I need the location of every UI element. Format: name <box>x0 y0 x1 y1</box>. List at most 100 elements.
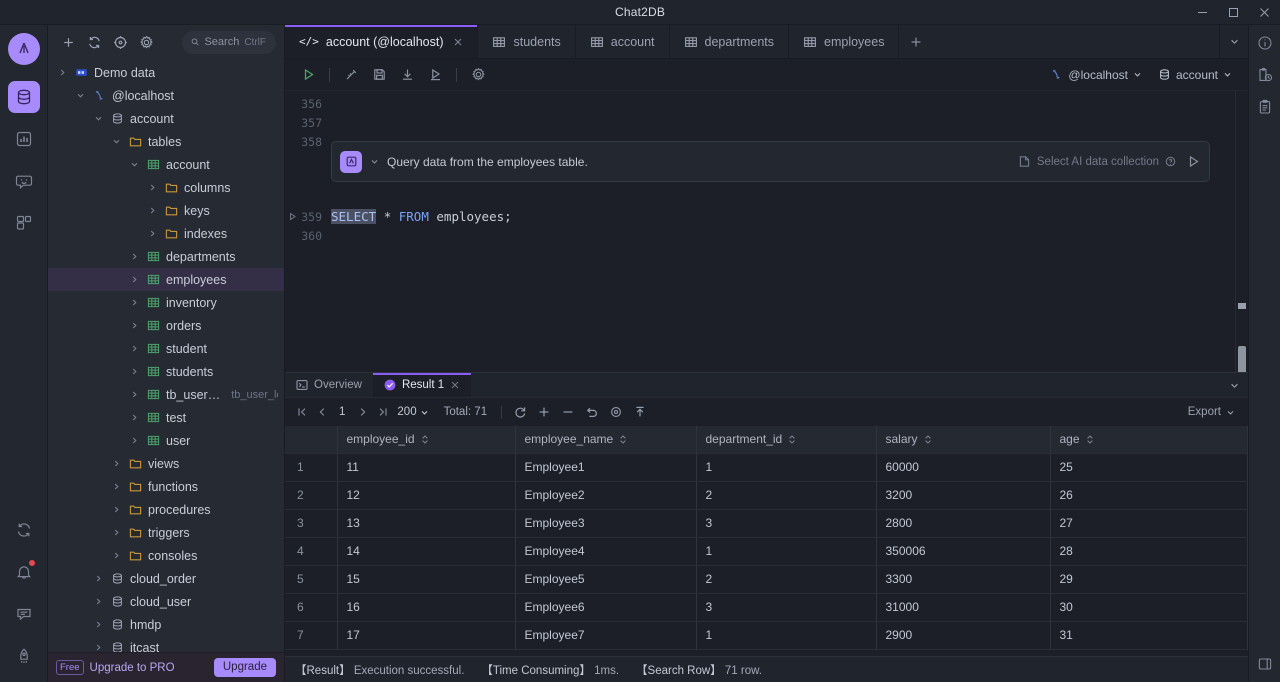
cell-employee_id[interactable]: 17 <box>337 621 516 650</box>
rail-item-dashboard[interactable] <box>8 123 40 155</box>
sort-icon[interactable] <box>421 434 429 445</box>
rail-item-feedback[interactable] <box>8 598 40 630</box>
saved-queries-button[interactable] <box>1257 99 1273 115</box>
tree-node-tb-user-local[interactable]: tb_user_local tb_user_loca <box>48 383 284 406</box>
sort-icon[interactable] <box>1086 434 1094 445</box>
page-size-selector[interactable]: 200 <box>393 406 432 418</box>
tree-node-functions[interactable]: functions <box>48 475 284 498</box>
rail-item-ai-chat[interactable] <box>8 165 40 197</box>
cell-employee_id[interactable]: 15 <box>337 565 516 594</box>
tree-node-student[interactable]: student <box>48 337 284 360</box>
rail-item-refresh[interactable] <box>8 514 40 546</box>
chevron-right-icon[interactable] <box>146 229 159 238</box>
last-page-button[interactable] <box>373 402 392 422</box>
send-icon[interactable] <box>1182 154 1201 169</box>
sort-icon[interactable] <box>924 434 932 445</box>
table-row[interactable]: 5 15 Employee5 2 3300 29 <box>285 565 1248 594</box>
cell-age[interactable]: 25 <box>1050 453 1248 482</box>
tab-students[interactable]: students <box>478 25 576 58</box>
chevron-right-icon[interactable] <box>146 183 159 192</box>
tree-node-keys[interactable]: keys <box>48 199 284 222</box>
rail-item-database[interactable] <box>7 81 40 113</box>
info-button[interactable] <box>1257 35 1273 51</box>
tree-node-account[interactable]: account <box>48 153 284 176</box>
chevron-right-icon[interactable] <box>110 505 123 514</box>
chevron-down-icon[interactable] <box>74 91 87 100</box>
tree-node-indexes[interactable]: indexes <box>48 222 284 245</box>
export-button[interactable]: Export <box>1188 406 1241 418</box>
chevron-right-icon[interactable] <box>128 367 141 376</box>
cell-department_id[interactable]: 1 <box>696 537 877 566</box>
cell-employee_id[interactable]: 14 <box>337 537 516 566</box>
chevron-down-icon[interactable] <box>128 160 141 169</box>
chevron-down-icon[interactable] <box>92 114 105 123</box>
chevron-right-icon[interactable] <box>92 620 105 629</box>
result-panel-collapse-button[interactable] <box>1220 373 1248 397</box>
table-row[interactable]: 4 14 Employee4 1 350006 28 <box>285 537 1248 566</box>
connection-selector[interactable]: @localhost <box>1044 65 1148 85</box>
new-tab-button[interactable] <box>899 25 933 58</box>
cell-employee_id[interactable]: 13 <box>337 509 516 538</box>
tab-account-localhost-[interactable]: </> account (@localhost) <box>285 25 479 58</box>
table-row[interactable]: 7 17 Employee7 1 2900 31 <box>285 621 1248 650</box>
cell-employee_id[interactable]: 16 <box>337 593 516 622</box>
result-tab-close-icon[interactable] <box>450 380 460 390</box>
chevron-right-icon[interactable] <box>128 413 141 422</box>
cell-employee_name[interactable]: Employee6 <box>515 593 697 622</box>
cell-age[interactable]: 27 <box>1050 509 1248 538</box>
cell-age[interactable]: 31 <box>1050 621 1248 650</box>
tree-node-orders[interactable]: orders <box>48 314 284 337</box>
database-selector[interactable]: account <box>1152 65 1238 85</box>
chevron-right-icon[interactable] <box>128 275 141 284</box>
ai-collection-label[interactable]: Select AI data collection <box>1037 156 1159 168</box>
tree-node-inventory[interactable]: inventory <box>48 291 284 314</box>
prev-page-button[interactable] <box>312 402 331 422</box>
data-collection-icon[interactable] <box>1018 155 1031 168</box>
maximize-icon[interactable] <box>1218 0 1249 25</box>
run-line-icon[interactable] <box>288 212 297 221</box>
upgrade-button[interactable]: Upgrade <box>213 658 276 677</box>
chevron-right-icon[interactable] <box>110 459 123 468</box>
chevron-right-icon[interactable] <box>92 597 105 606</box>
result-tab-result-1[interactable]: Result 1 <box>372 373 472 397</box>
chevron-right-icon[interactable] <box>56 68 69 77</box>
tree-node-itcast[interactable]: itcast <box>48 636 284 652</box>
sql-editor[interactable]: 356 357 358 359 SELECT * FROM employees;… <box>285 91 1248 372</box>
cell-age[interactable]: 29 <box>1050 565 1248 594</box>
minimize-icon[interactable] <box>1187 0 1218 25</box>
tab-close-icon[interactable] <box>453 37 463 47</box>
cell-salary[interactable]: 3300 <box>876 565 1051 594</box>
tab-account[interactable]: account <box>576 25 670 58</box>
chevron-right-icon[interactable] <box>128 298 141 307</box>
refresh-icon[interactable] <box>82 30 106 54</box>
current-page[interactable]: 1 <box>332 406 352 418</box>
format-sql-button[interactable] <box>338 63 364 87</box>
cell-department_id[interactable]: 2 <box>696 481 877 510</box>
gear-icon[interactable] <box>134 30 158 54</box>
cell-salary[interactable]: 350006 <box>876 537 1051 566</box>
rail-item-upgrade[interactable] <box>8 640 40 672</box>
tree-node-procedures[interactable]: procedures <box>48 498 284 521</box>
cell-salary[interactable]: 3200 <box>876 481 1051 510</box>
plus-icon[interactable] <box>56 30 80 54</box>
revert-button[interactable] <box>580 402 603 422</box>
tree-node-columns[interactable]: columns <box>48 176 284 199</box>
cell-employee_id[interactable]: 12 <box>337 481 516 510</box>
cell-employee_name[interactable]: Employee7 <box>515 621 697 650</box>
table-row[interactable]: 6 16 Employee6 3 31000 30 <box>285 593 1248 622</box>
cell-employee_name[interactable]: Employee3 <box>515 509 697 538</box>
chat2db-logo-icon[interactable] <box>7 33 40 65</box>
table-row[interactable]: 1 11 Employee1 1 60000 25 <box>285 453 1248 482</box>
chevron-right-icon[interactable] <box>128 390 141 399</box>
cell-department_id[interactable]: 1 <box>696 453 877 482</box>
column-header-department_id[interactable]: department_id <box>696 426 877 454</box>
rail-item-notifications[interactable] <box>8 556 40 588</box>
tree-node-cloud-user[interactable]: cloud_user <box>48 590 284 613</box>
refresh-result-button[interactable] <box>508 402 531 422</box>
chevron-right-icon[interactable] <box>110 551 123 560</box>
preview-button[interactable] <box>604 402 627 422</box>
table-row[interactable]: 2 12 Employee2 2 3200 26 <box>285 481 1248 510</box>
editor-settings-button[interactable] <box>465 63 491 87</box>
tree-node-employees[interactable]: employees <box>48 268 284 291</box>
ai-prompt-bar[interactable]: Query data from the employees table. Sel… <box>331 141 1210 182</box>
